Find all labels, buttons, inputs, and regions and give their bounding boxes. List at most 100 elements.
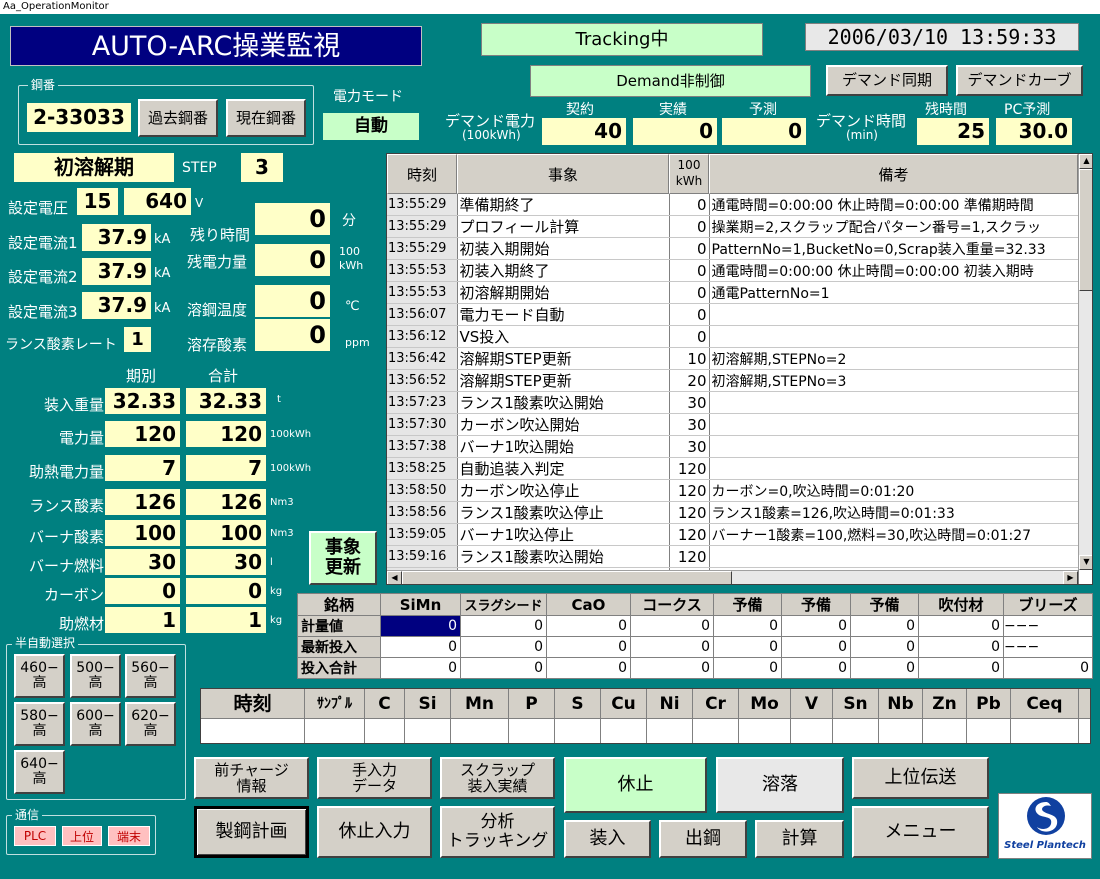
hscroll-thumb[interactable]: [402, 571, 732, 584]
temperature-value: 0: [255, 285, 330, 317]
upper-send-button[interactable]: 上位伝送: [852, 757, 989, 799]
materials-cell[interactable]: 0: [380, 657, 461, 679]
event-remark: [709, 391, 1079, 414]
materials-cell[interactable]: 0: [630, 657, 714, 679]
scrap-charge-results-button[interactable]: スクラップ 装入実績: [440, 757, 555, 799]
materials-cell[interactable]: 0: [850, 615, 919, 637]
event-row[interactable]: 13:55:29 初装入期開始 0 PatternNo=1,BucketNo=0,Sc…: [387, 237, 1079, 260]
materials-cell[interactable]: 0: [781, 615, 851, 637]
current3-value: 37.9: [82, 292, 151, 319]
materials-cell[interactable]: 0: [713, 636, 782, 658]
manual-input-data-button[interactable]: 手入力 データ: [317, 757, 432, 799]
calculate-button[interactable]: 計算: [755, 820, 844, 858]
materials-cell[interactable]: 0: [630, 615, 714, 637]
col-remarks-header: 備考: [709, 154, 1078, 194]
demand-curve-button[interactable]: デマンドカーブ: [956, 65, 1083, 96]
scroll-right-arrow-icon[interactable]: ▶: [1063, 571, 1078, 584]
materials-cell[interactable]: 0: [1003, 657, 1093, 679]
materials-cell[interactable]: −−−: [1003, 636, 1093, 658]
event-row[interactable]: 13:56:07 電力モード自動 0: [387, 303, 1079, 326]
scroll-left-arrow-icon[interactable]: ◀: [387, 571, 402, 584]
materials-cell[interactable]: 0: [460, 657, 547, 679]
materials-cell[interactable]: 0: [380, 615, 461, 637]
materials-cell[interactable]: 0: [546, 615, 631, 637]
materials-cell[interactable]: 0: [781, 657, 851, 679]
demand-sync-button[interactable]: デマンド同期: [826, 65, 948, 96]
scroll-up-arrow-icon[interactable]: ▲: [1079, 154, 1092, 169]
lance-rate-value: 1: [124, 327, 151, 352]
totals-row: 助燃材 1 1 kg: [0, 606, 300, 635]
event-row[interactable]: 13:56:52 溶解期STEP更新 20 初溶解期,STEPNo=3: [387, 369, 1079, 392]
semi-auto-460-button[interactable]: 460− 高: [14, 654, 65, 698]
semi-auto-620-button[interactable]: 620− 高: [125, 702, 176, 746]
materials-cell[interactable]: 0: [850, 636, 919, 658]
materials-cell[interactable]: 0: [713, 657, 782, 679]
event-row[interactable]: 13:59:16 ランス1酸素吹込開始 120: [387, 545, 1079, 568]
materials-cell[interactable]: 0: [380, 636, 461, 658]
materials-cell[interactable]: −−−: [1003, 615, 1093, 637]
materials-cell[interactable]: 0: [918, 615, 1004, 637]
event-update-button[interactable]: 事象 更新: [309, 531, 377, 585]
event-time: 13:56:42: [387, 347, 458, 370]
event-row[interactable]: 13:55:53 初装入期終了 0 通電時間=0:00:00 休止時間=0:00:00…: [387, 259, 1079, 282]
analysis-tracking-button[interactable]: 分析 トラッキング: [440, 806, 555, 858]
analysis-table: 時刻 ｻﾝﾌﾟﾙ C Si Mn P S Cu Ni Cr Mo V Sn Nb Zn Pb Ceq: [200, 688, 1091, 744]
materials-cell[interactable]: 0: [781, 636, 851, 658]
heat-group-title: 鋼番: [28, 76, 59, 93]
row-unit: t: [277, 394, 281, 405]
pause-button[interactable]: 休止: [564, 757, 707, 813]
materials-cell[interactable]: 0: [546, 636, 631, 658]
event-row[interactable]: 13:58:50 カーボン吹込停止 120 カーボン=0,吹込時間=0:01:20: [387, 479, 1079, 502]
semi-auto-640-button[interactable]: 640− 高: [14, 750, 65, 794]
semi-auto-500-button[interactable]: 500− 高: [70, 654, 121, 698]
steelmaking-plan-button[interactable]: 製鋼計画: [194, 806, 309, 858]
event-row[interactable]: 13:55:53 初溶解期開始 0 通電PatternNo=1: [387, 281, 1079, 304]
menu-button[interactable]: メニュー: [852, 806, 989, 858]
current-heat-button[interactable]: 現在鋼番: [226, 99, 306, 137]
materials-cell[interactable]: 0: [918, 636, 1004, 658]
event-log-hscroll[interactable]: ◀ ▶: [387, 570, 1078, 584]
scroll-thumb[interactable]: [1079, 169, 1092, 291]
event-row[interactable]: 13:57:30 カーボン吹込開始 30: [387, 413, 1079, 436]
event-row[interactable]: 13:57:38 バーナ1吹込開始 30: [387, 435, 1079, 458]
materials-cell[interactable]: 0: [630, 636, 714, 658]
materials-cell[interactable]: 0: [918, 657, 1004, 679]
analysis-data-cell: [739, 719, 791, 743]
event-row[interactable]: 13:57:23 ランス1酸素吹込開始 30: [387, 391, 1079, 414]
past-heat-button[interactable]: 過去鋼番: [138, 99, 218, 137]
tap-button[interactable]: 出鋼: [659, 820, 747, 858]
event-row[interactable]: 13:56:12 VS投入 0: [387, 325, 1079, 348]
event-time: 13:58:56: [387, 501, 458, 524]
event-row[interactable]: 13:59:05 バーナ1吹込停止 120 バーナー1酸素=100,燃料=30,吹込時…: [387, 523, 1079, 546]
event-log-table: 13:55:29 準備期終了 0 通電時間=0:00:00 休止時間=0:00:00 …: [387, 194, 1079, 584]
materials-cell[interactable]: 0: [546, 657, 631, 679]
heat-number-value: 2-33033: [27, 103, 131, 132]
materials-cell[interactable]: 0: [460, 615, 547, 637]
event-kwh: 30: [669, 435, 710, 458]
event-log-vscroll[interactable]: ▲ ▼: [1078, 154, 1092, 570]
event-log[interactable]: 時刻 事象 100 kWh 備考 13:55:29 準備期終了 0 通電時間=0:00…: [386, 153, 1093, 585]
event-row[interactable]: 13:55:29 プロフィール計算 0 操業期=2,スクラップ配合パターン番号=1,ス…: [387, 215, 1079, 238]
pause-input-button[interactable]: 休止入力: [317, 806, 432, 858]
event-row[interactable]: 13:56:42 溶解期STEP更新 10 初溶解期,STEPNo=2: [387, 347, 1079, 370]
event-row[interactable]: 13:58:25 自動追装入判定 120: [387, 457, 1079, 480]
materials-cell[interactable]: 0: [460, 636, 547, 658]
event-row[interactable]: 13:55:29 準備期終了 0 通電時間=0:00:00 休止時間=0:00:00 …: [387, 194, 1079, 216]
charge-button[interactable]: 装入: [564, 820, 651, 858]
totals-row: ランス酸素 126 126 Nm3: [0, 485, 300, 519]
semi-auto-580-button[interactable]: 580− 高: [14, 702, 65, 746]
prev-charge-info-button[interactable]: 前チャージ 情報: [194, 757, 309, 799]
current1-value: 37.9: [82, 224, 151, 251]
analysis-data-cell: [555, 719, 601, 743]
melt-down-button[interactable]: 溶落: [716, 757, 844, 813]
event-time: 13:56:07: [387, 303, 458, 326]
materials-cell[interactable]: 0: [850, 657, 919, 679]
event-row[interactable]: 13:58:56 ランス1酸素吹込停止 120 ランス1酸素=126,吹込時間=0:0…: [387, 501, 1079, 524]
period-header: 期別: [126, 367, 157, 385]
semi-auto-600-button[interactable]: 600− 高: [70, 702, 121, 746]
materials-cell[interactable]: 0: [713, 615, 782, 637]
event-kwh: 0: [669, 325, 710, 348]
total-header: 合計: [208, 367, 239, 385]
semi-auto-560-button[interactable]: 560− 高: [125, 654, 176, 698]
scroll-down-arrow-icon[interactable]: ▼: [1079, 555, 1092, 570]
